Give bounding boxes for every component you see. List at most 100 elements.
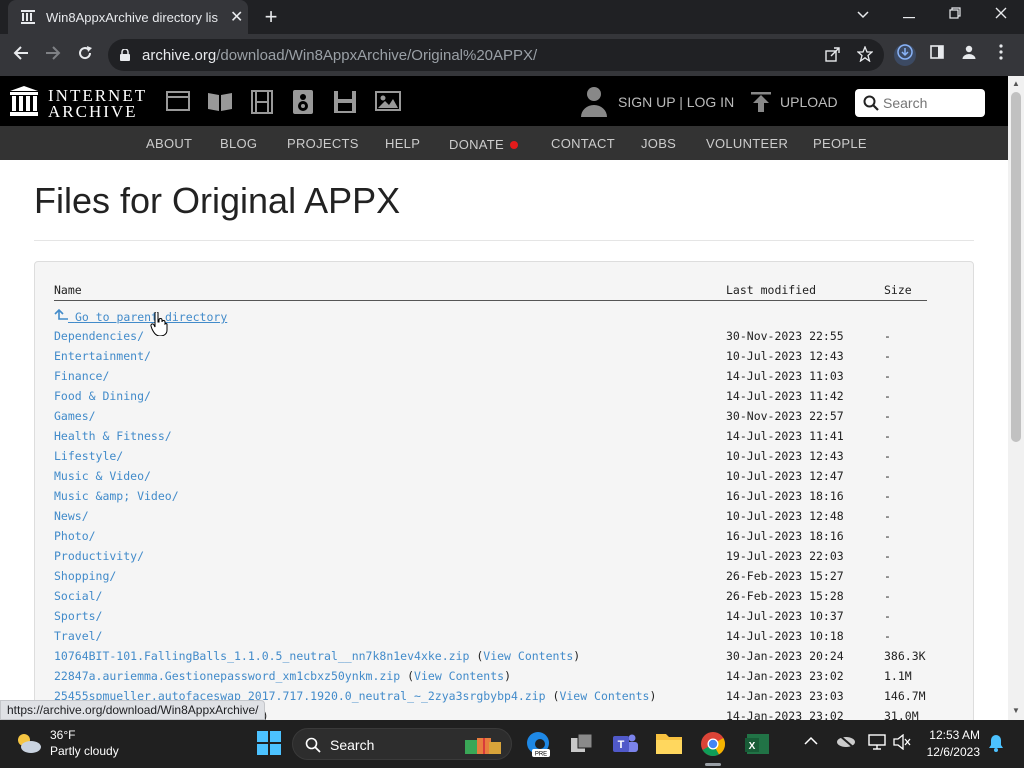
close-window-icon[interactable]: [978, 0, 1024, 30]
edge-beta-icon[interactable]: PRE: [524, 730, 552, 758]
minimize-window-icon[interactable]: [886, 0, 932, 30]
size-cell: 146.7M: [884, 689, 926, 703]
file-name-link[interactable]: Photo/: [54, 529, 96, 543]
link-status-bubble: https://archive.org/download/Win8AppxArc…: [0, 700, 266, 720]
view-contents-link[interactable]: View Contents: [483, 649, 573, 663]
reload-icon[interactable]: [72, 42, 98, 68]
scroll-down-arrow-icon[interactable]: ▼: [1011, 706, 1021, 716]
page-scrollbar[interactable]: ▲ ▼: [1008, 76, 1024, 720]
downloads-icon[interactable]: [894, 44, 916, 66]
nav-blog[interactable]: BLOG: [220, 136, 257, 151]
internet-archive-logo[interactable]: INTERNET ARCHIVE: [10, 86, 147, 121]
file-name-link[interactable]: Lifestyle/: [54, 449, 123, 463]
file-name-link[interactable]: Music &amp; Video/: [54, 489, 179, 503]
nav-about[interactable]: ABOUT: [146, 136, 192, 151]
page-title: Files for Original APPX: [34, 180, 401, 221]
web-icon[interactable]: [166, 90, 192, 114]
col-header-name[interactable]: Name: [54, 283, 82, 297]
tray-overflow-chevron-icon[interactable]: [804, 734, 818, 749]
col-header-modified[interactable]: Last modified: [726, 283, 816, 297]
share-icon[interactable]: [824, 46, 842, 64]
nav-help[interactable]: HELP: [385, 136, 420, 151]
ia-search-box[interactable]: [855, 89, 985, 117]
tab-close-icon[interactable]: ✕: [230, 7, 243, 27]
network-display-icon[interactable]: [868, 734, 886, 753]
file-name-link[interactable]: Games/: [54, 409, 96, 423]
upload-arrow-icon[interactable]: [750, 91, 772, 113]
file-name-link[interactable]: Social/: [54, 589, 102, 603]
software-floppy-icon[interactable]: [333, 90, 359, 114]
windows-start-icon[interactable]: [256, 730, 284, 758]
file-name-link[interactable]: News/: [54, 509, 89, 523]
file-name-link[interactable]: Entertainment/: [54, 349, 151, 363]
clock-time: 12:53 AM: [929, 728, 980, 742]
last-modified-cell: 16-Jul-2023 18:16: [726, 489, 844, 503]
file-name-link[interactable]: 22847a.auriemma.Gestionepassword_xm1cbxz…: [54, 669, 511, 683]
chrome-menu-icon[interactable]: [990, 44, 1012, 66]
restore-window-icon[interactable]: [932, 0, 978, 30]
forward-arrow-icon[interactable]: [40, 42, 66, 68]
user-silhouette-icon[interactable]: [580, 85, 608, 117]
file-name-text[interactable]: 10764BIT-101.FallingBalls_1.1.0.5_neutra…: [54, 649, 469, 663]
nav-contact[interactable]: CONTACT: [551, 136, 615, 151]
size-cell: -: [884, 589, 891, 603]
sign-up-log-in-link[interactable]: SIGN UP | LOG IN: [618, 94, 734, 110]
file-name-link[interactable]: Dependencies/: [54, 329, 144, 343]
nav-volunteer[interactable]: VOLUNTEER: [706, 136, 788, 151]
size-cell: -: [884, 469, 891, 483]
donate-heart-icon: [510, 140, 519, 149]
system-clock[interactable]: 12:53 AM 12/6/2023: [924, 728, 980, 759]
teams-icon[interactable]: T: [611, 730, 639, 758]
file-name-link[interactable]: Finance/: [54, 369, 109, 383]
file-name-link[interactable]: Food & Dining/: [54, 389, 151, 403]
file-name-link[interactable]: Productivity/: [54, 549, 144, 563]
windows-taskbar: 36°F Partly cloudy Search PRE T X 12:53 …: [0, 720, 1024, 768]
address-bar[interactable]: archive.org/download/Win8AppxArchive/Ori…: [108, 39, 884, 71]
last-modified-cell: 14-Jan-2023 23:02: [726, 709, 844, 720]
file-name-link[interactable]: 10764BIT-101.FallingBalls_1.1.0.5_neutra…: [54, 649, 580, 663]
weather-condition: Partly cloudy: [50, 744, 119, 758]
video-film-icon[interactable]: [250, 90, 276, 114]
nav-projects[interactable]: PROJECTS: [287, 136, 359, 151]
ia-nav-bar: ABOUT BLOG PROJECTS HELP DONATE CONTACT …: [0, 126, 1008, 160]
file-name-link[interactable]: Travel/: [54, 629, 102, 643]
file-name-link[interactable]: Music & Video/: [54, 469, 151, 483]
nav-donate[interactable]: DONATE: [449, 136, 519, 154]
nav-jobs[interactable]: JOBS: [641, 136, 676, 151]
profile-avatar-icon[interactable]: [958, 44, 980, 66]
nav-donate-label[interactable]: DONATE: [449, 137, 504, 152]
file-name-link[interactable]: Sports/: [54, 609, 102, 623]
taskbar-search[interactable]: Search: [292, 728, 512, 760]
onedrive-paused-icon[interactable]: [836, 734, 856, 751]
audio-speaker-icon[interactable]: [292, 90, 318, 114]
bookmark-star-icon[interactable]: [856, 45, 874, 64]
file-name-link[interactable]: Shopping/: [54, 569, 116, 583]
browser-tab[interactable]: Win8AppxArchive directory listing ✕: [8, 0, 248, 34]
upload-link[interactable]: UPLOAD: [780, 94, 838, 110]
chrome-icon[interactable]: [699, 730, 727, 766]
new-tab-button[interactable]: +: [258, 4, 284, 30]
notification-bell-icon[interactable]: [988, 734, 1004, 755]
excel-app-icon[interactable]: X: [743, 730, 771, 758]
file-name-link[interactable]: Health & Fitness/: [54, 429, 172, 443]
volume-muted-icon[interactable]: [893, 733, 911, 753]
scroll-up-arrow-icon[interactable]: ▲: [1011, 79, 1021, 89]
ia-search-input[interactable]: [883, 93, 979, 113]
tab-search-chevron-icon[interactable]: [840, 0, 886, 30]
images-photo-icon[interactable]: [375, 90, 401, 114]
view-contents-link[interactable]: View Contents: [559, 689, 649, 703]
page-content: Files for Original APPX Name Last modifi…: [0, 160, 1008, 720]
side-panel-icon[interactable]: [926, 44, 948, 66]
parent-directory-link[interactable]: Go to parent directory: [54, 308, 227, 324]
task-view-icon[interactable]: [568, 730, 596, 758]
file-explorer-icon[interactable]: [655, 730, 683, 758]
table-row: Games/30-Nov-2023 22:57 -: [35, 409, 975, 429]
directory-listing: Name Last modified Size Go to parent dir…: [34, 261, 974, 720]
scrollbar-thumb[interactable]: [1011, 92, 1021, 442]
view-contents-link[interactable]: View Contents: [414, 669, 504, 683]
col-header-size[interactable]: Size: [884, 283, 912, 297]
nav-people[interactable]: PEOPLE: [813, 136, 867, 151]
back-arrow-icon[interactable]: [8, 42, 34, 68]
file-name-text[interactable]: 22847a.auriemma.Gestionepassword_xm1cbxz…: [54, 669, 400, 683]
texts-book-icon[interactable]: [207, 90, 233, 114]
